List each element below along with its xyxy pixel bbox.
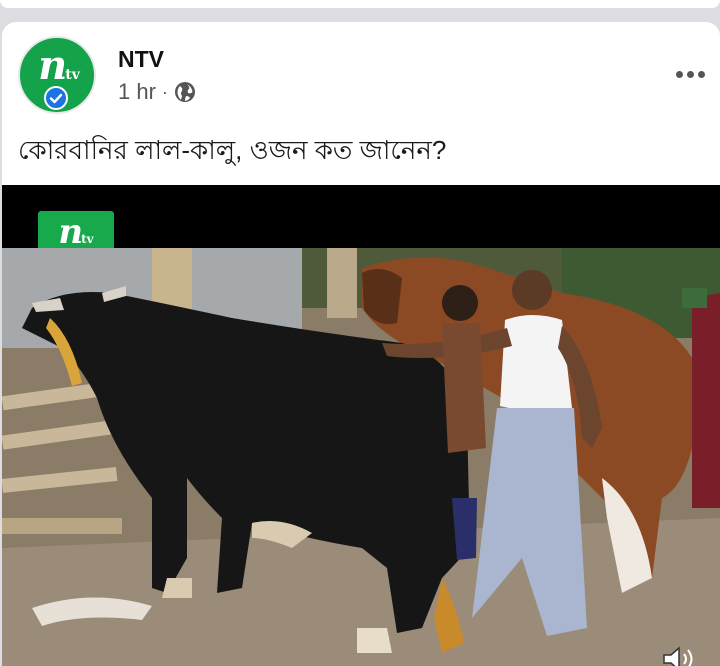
post-card: ntv NTV 1 hr · কোরবানির লাল-কালু, ওজন কত… [2, 22, 720, 666]
video-scene-image [2, 248, 720, 666]
verified-badge-icon [44, 86, 68, 110]
post-text: কোরবানির লাল-কালু, ওজন কত জানেন? [18, 135, 447, 165]
video-player[interactable]: ntv [2, 185, 720, 666]
post-timestamp[interactable]: 1 hr [118, 79, 156, 105]
previous-post-card-edge [0, 0, 720, 8]
post-meta: 1 hr · [118, 79, 196, 105]
volume-icon[interactable] [662, 645, 700, 666]
channel-logo: ntv [38, 211, 114, 253]
globe-icon [174, 82, 195, 102]
meta-separator: · [161, 81, 168, 102]
video-frame[interactable] [2, 248, 720, 666]
more-options-icon[interactable] [670, 62, 710, 86]
page-name[interactable]: NTV [118, 46, 164, 73]
